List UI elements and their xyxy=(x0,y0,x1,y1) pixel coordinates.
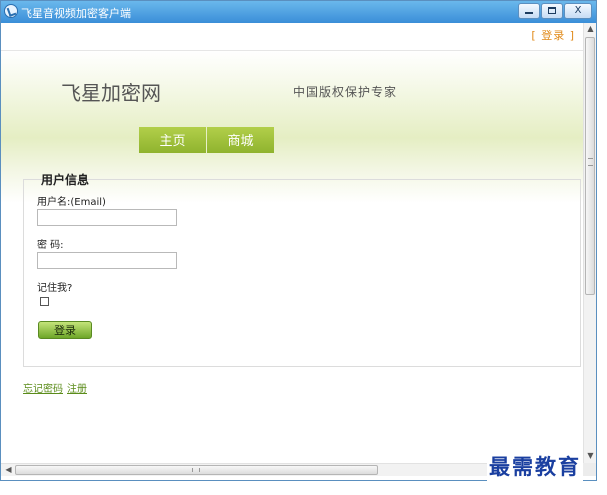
remember-label: 记住我? xyxy=(37,283,73,294)
nav-item-shop[interactable]: 商城 xyxy=(207,127,274,153)
password-input[interactable] xyxy=(37,252,177,269)
scrollbar-corner xyxy=(583,463,596,476)
username-input[interactable] xyxy=(37,209,177,226)
main-nav: 主页 商城 xyxy=(139,127,275,153)
maximize-button[interactable] xyxy=(541,3,563,19)
app-window: 飞星音视频加密客户端 X [ 登录 ] 飞星加密网 中国版权保护专家 主页 商城… xyxy=(0,0,597,481)
minimize-button[interactable] xyxy=(518,3,540,19)
register-link[interactable]: 注册 xyxy=(67,384,87,395)
minimize-icon xyxy=(519,5,539,14)
site-slogan: 中国版权保护专家 xyxy=(293,85,398,99)
vertical-scrollbar[interactable]: ▲ ▼ xyxy=(583,23,596,463)
user-info-legend: 用户信息 xyxy=(41,173,90,187)
forgot-password-link[interactable]: 忘记密码 xyxy=(23,384,63,395)
vertical-scroll-thumb[interactable] xyxy=(585,37,595,295)
scroll-up-icon[interactable]: ▲ xyxy=(584,24,596,34)
scroll-left-icon[interactable]: ◀ xyxy=(2,465,15,475)
footer-links: 忘记密码 注册 xyxy=(23,380,91,395)
user-info-fieldset xyxy=(23,179,581,367)
header-divider xyxy=(1,50,583,51)
site-title: 飞星加密网 xyxy=(61,81,161,105)
login-button[interactable]: 登录 xyxy=(38,321,92,339)
username-label: 用户名:(Email) xyxy=(37,197,106,208)
scroll-down-icon[interactable]: ▼ xyxy=(584,451,596,461)
title-bar[interactable]: 飞星音视频加密客户端 X xyxy=(1,1,596,23)
nav-item-home[interactable]: 主页 xyxy=(139,127,206,153)
window-controls: X xyxy=(517,3,592,19)
remember-checkbox[interactable] xyxy=(40,297,49,306)
horizontal-scroll-thumb[interactable] xyxy=(15,465,378,475)
watermark-text: 最需教育 xyxy=(487,451,583,481)
password-label: 密 码: xyxy=(37,240,64,251)
login-link[interactable]: [ 登录 ] xyxy=(531,27,575,43)
close-button[interactable]: X xyxy=(564,3,592,19)
web-content: [ 登录 ] 飞星加密网 中国版权保护专家 主页 商城 用户信息 用户名:(Em… xyxy=(1,23,583,463)
window-title: 飞星音视频加密客户端 xyxy=(21,7,131,20)
close-icon: X xyxy=(574,5,582,16)
maximize-icon xyxy=(542,5,562,14)
app-logo-icon xyxy=(4,4,18,18)
